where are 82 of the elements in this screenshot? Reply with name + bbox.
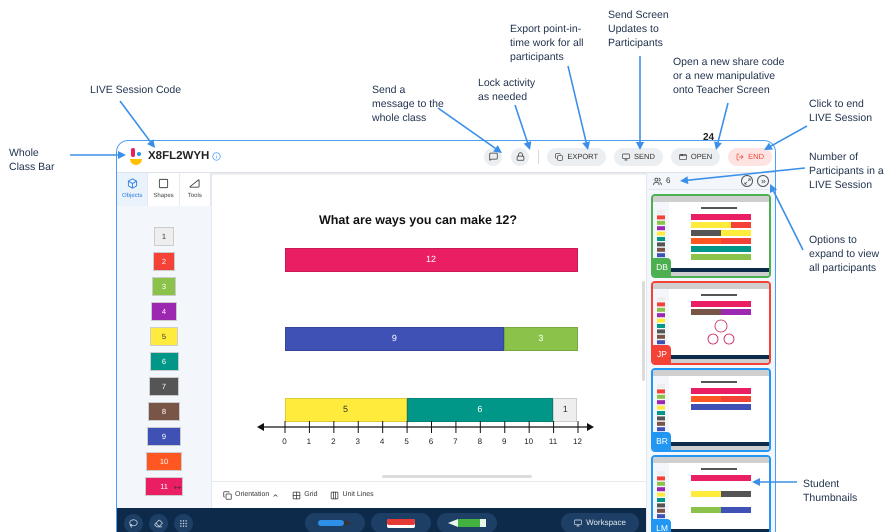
student-initials: JP: [653, 345, 671, 363]
annotation-arrow: [438, 107, 502, 153]
marker-button[interactable]: [437, 513, 497, 532]
logo-icon: [129, 148, 143, 166]
fraction-bar[interactable]: 12: [284, 248, 578, 272]
annotation-text: Send Screen Updates to Participants: [608, 8, 669, 50]
send-icon: [622, 152, 630, 160]
caret-icon: [272, 492, 280, 498]
lock-button[interactable]: [511, 148, 530, 166]
student-initials: LM: [653, 519, 671, 532]
annotation-text: Click to end LIVE Session: [809, 97, 872, 125]
tick-label: 3: [356, 436, 360, 448]
annotation-text: Send a message to the whole class: [372, 83, 444, 125]
eraser-icon: [154, 518, 163, 528]
tick-label: 0: [282, 436, 287, 448]
lasso-button[interactable]: [124, 514, 143, 532]
annotation-text: Number of Participants in a LIVE Session: [809, 150, 884, 192]
message-button[interactable]: [484, 148, 502, 166]
eraser-icon: [387, 518, 415, 528]
tick-label: 7: [453, 436, 458, 448]
fraction-bar[interactable]: 5: [284, 398, 407, 422]
horizontal-scrollbar[interactable]: [382, 475, 532, 478]
grid-menu-button[interactable]: [174, 514, 193, 532]
annotation-arrow: [70, 151, 126, 159]
marker-icon: [318, 520, 352, 526]
orientation-icon: [223, 490, 232, 500]
student-initials: DB: [653, 258, 671, 276]
tick-label: 12: [573, 436, 582, 448]
fraction-bar[interactable]: 6: [406, 398, 554, 422]
resize-handle-icon[interactable]: [174, 484, 181, 491]
shapes-icon: [158, 178, 169, 189]
lasso-icon: [129, 518, 138, 528]
highlighter-button[interactable]: [371, 513, 431, 532]
marker-button[interactable]: [305, 513, 365, 532]
annotation-text: Open a new share code or a new manipulative onto Teacher Screen: [673, 55, 784, 97]
annotation-arrow: [764, 125, 808, 150]
tick-label: 1: [306, 436, 312, 448]
grid-icon: [292, 490, 302, 500]
session-code: X8FL2WYH: [148, 148, 210, 164]
eraser-button[interactable]: [149, 514, 168, 532]
tick-label: 6: [428, 436, 434, 448]
question-title: What are ways you can make 12?: [318, 212, 517, 229]
end-icon: [736, 152, 744, 160]
info-icon[interactable]: [212, 152, 222, 161]
message-icon: [488, 152, 498, 161]
objects-icon: [126, 178, 138, 189]
annotation-text: Export point-in- time work for all participants: [510, 22, 584, 64]
participant-count: 6: [666, 175, 670, 187]
tick-label: 10: [524, 436, 534, 448]
tick-label: 9: [502, 436, 506, 448]
participants-icon: [653, 176, 662, 186]
count-label: 24: [703, 131, 714, 145]
monitor-icon: [574, 519, 582, 527]
annotation-text: Lock activity as needed: [478, 76, 536, 104]
student-thumbnail[interactable]: JP: [651, 281, 771, 365]
tick-label: 5: [404, 436, 409, 448]
annotation-text: LIVE Session Code: [90, 83, 182, 97]
expand-icon: [744, 178, 750, 184]
open-icon: [678, 152, 687, 160]
annotation-arrow: [119, 100, 155, 148]
annotation-text: Whole Class Bar: [9, 146, 55, 174]
annotation-text: Options to expand to view all participants: [809, 233, 880, 275]
annotation-text: Student Thumbnails: [803, 477, 858, 505]
workspace-button[interactable]: Workspace: [561, 513, 639, 532]
tick-label: 2: [331, 436, 336, 448]
annotation-arrow: [514, 104, 532, 150]
collapse-button[interactable]: [757, 175, 769, 187]
fraction-bar[interactable]: 1: [553, 398, 578, 422]
marker-icon: [448, 519, 486, 527]
expand-button[interactable]: [741, 175, 753, 187]
annotation-arrow: [752, 478, 797, 486]
tick-label: 11: [548, 436, 558, 448]
lock-icon: [516, 152, 525, 161]
export-icon: [555, 152, 564, 160]
student-initials: BR: [653, 432, 671, 450]
tick-label: 4: [380, 436, 384, 448]
tick-label: 8: [478, 436, 482, 448]
dots-icon: [179, 518, 188, 528]
chevrons-right-icon: [760, 178, 766, 184]
annotation-arrow: [714, 102, 729, 150]
tools-icon: [189, 178, 200, 189]
fraction-bar[interactable]: 9: [284, 326, 504, 351]
